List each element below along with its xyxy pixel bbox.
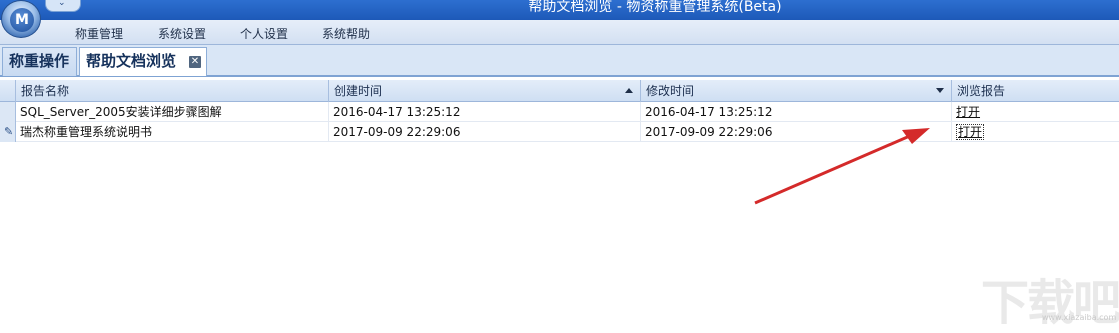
- table-row[interactable]: ✎ 瑞杰称重管理系统说明书 2017-09-09 22:29:06 2017-0…: [0, 122, 1119, 142]
- table-row[interactable]: SQL_Server_2005安装详细步骤图解 2016-04-17 13:25…: [0, 102, 1119, 122]
- quick-access-toggle[interactable]: ⌄: [45, 0, 81, 12]
- row-selector[interactable]: ✎: [0, 122, 16, 142]
- chevron-down-icon: ⌄: [58, 0, 66, 8]
- cell-report-name: SQL_Server_2005安装详细步骤图解: [16, 102, 329, 122]
- column-header-view-report[interactable]: 浏览报告: [952, 80, 1119, 102]
- menu-item-weighing[interactable]: 称重管理: [75, 25, 123, 42]
- app-menu-button[interactable]: M: [1, 0, 41, 38]
- cell-created-time: 2017-09-09 22:29:06: [329, 122, 641, 142]
- tab-weighing-operation[interactable]: 称重操作: [2, 47, 77, 76]
- cell-view-report: 打开: [952, 102, 1119, 122]
- menu-item-personal-settings[interactable]: 个人设置: [240, 25, 288, 42]
- cell-view-report: 打开: [952, 122, 1119, 142]
- column-header-modified-time[interactable]: 修改时间: [641, 80, 952, 102]
- sort-descending-icon: [936, 88, 944, 93]
- app-logo-icon: M: [10, 8, 34, 32]
- cell-report-name: 瑞杰称重管理系统说明书: [16, 122, 329, 142]
- menu-bar: 称重管理 系统设置 个人设置 系统帮助: [0, 20, 1119, 45]
- pencil-icon: ✎: [4, 125, 14, 138]
- document-tabs: 称重操作 帮助文档浏览 ✕: [0, 45, 1119, 77]
- menu-item-system-settings[interactable]: 系统设置: [158, 25, 206, 42]
- open-report-link[interactable]: 打开: [956, 124, 985, 140]
- tab-label: 称重操作: [9, 52, 70, 70]
- sort-ascending-icon: [625, 88, 633, 93]
- cell-modified-time: 2017-09-09 22:29:06: [641, 122, 952, 142]
- menu-item-system-help[interactable]: 系统帮助: [322, 25, 370, 42]
- grid-header: 报告名称 创建时间 修改时间 浏览报告: [0, 80, 1119, 102]
- annotation-arrow-line: [754, 133, 913, 205]
- row-selector[interactable]: [0, 102, 16, 122]
- column-header-report-name[interactable]: 报告名称: [16, 80, 329, 102]
- title-bar: 帮助文档浏览 - 物资称重管理系统(Beta): [0, 0, 1119, 20]
- cell-modified-time: 2016-04-17 13:25:12: [641, 102, 952, 122]
- column-header-created-time[interactable]: 创建时间: [329, 80, 641, 102]
- header-corner: [0, 80, 16, 102]
- window-title: 帮助文档浏览 - 物资称重管理系统(Beta): [528, 0, 782, 15]
- watermark-url: www.xiazaiba.com: [1042, 313, 1117, 322]
- open-report-link[interactable]: 打开: [956, 105, 980, 119]
- tab-label: 帮助文档浏览: [86, 52, 177, 70]
- close-icon[interactable]: ✕: [189, 56, 201, 68]
- cell-created-time: 2016-04-17 13:25:12: [329, 102, 641, 122]
- tab-help-documents[interactable]: 帮助文档浏览 ✕: [79, 47, 207, 76]
